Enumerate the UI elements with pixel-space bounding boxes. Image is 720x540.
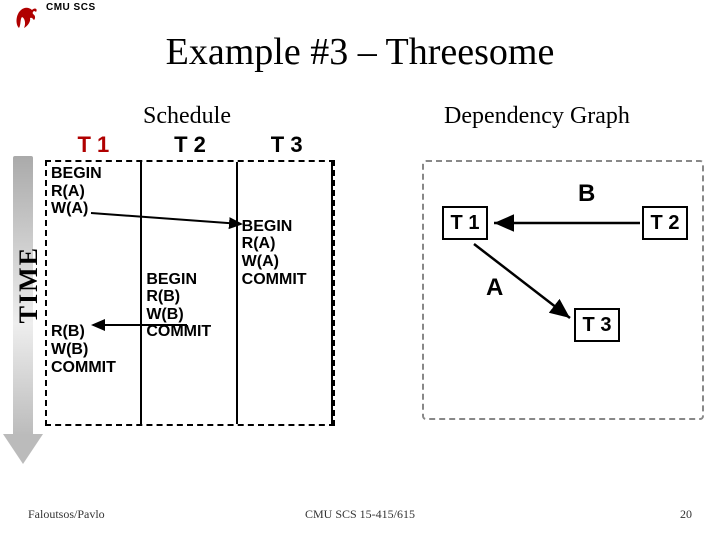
schedule-col-t3: BEGIN R(A) W(A) COMMIT bbox=[238, 162, 333, 424]
edge-label-a: A bbox=[486, 274, 503, 302]
dependency-graph: B A T 1 T 2 T 3 bbox=[422, 160, 704, 420]
graph-node-t1: T 1 bbox=[442, 206, 488, 240]
schedule-heading: Schedule bbox=[143, 103, 231, 130]
schedule-header-t3: T 3 bbox=[238, 132, 335, 158]
schedule-header-t1: T 1 bbox=[45, 132, 142, 158]
slide-title: Example #3 – Threesome bbox=[0, 30, 720, 74]
graph-node-t2: T 2 bbox=[642, 206, 688, 240]
edge-label-b: B bbox=[578, 180, 595, 208]
schedule-header-t2: T 2 bbox=[142, 132, 239, 158]
footer-course: CMU SCS 15-415/615 bbox=[0, 507, 720, 522]
time-axis-label: TIME bbox=[14, 246, 44, 323]
schedule-col-t2: BEGIN R(B) W(B) COMMIT bbox=[142, 162, 237, 424]
dependency-graph-heading: Dependency Graph bbox=[444, 103, 630, 130]
schedule-table: T 1 T 2 T 3 BEGIN R(A) W(A) R(B) W(B) CO… bbox=[45, 132, 335, 426]
cmu-scotty-logo bbox=[14, 4, 38, 30]
institution-code: CMU SCS bbox=[46, 2, 96, 13]
schedule-col-t1: BEGIN R(A) W(A) R(B) W(B) COMMIT bbox=[47, 162, 142, 424]
graph-node-t3: T 3 bbox=[574, 308, 620, 342]
